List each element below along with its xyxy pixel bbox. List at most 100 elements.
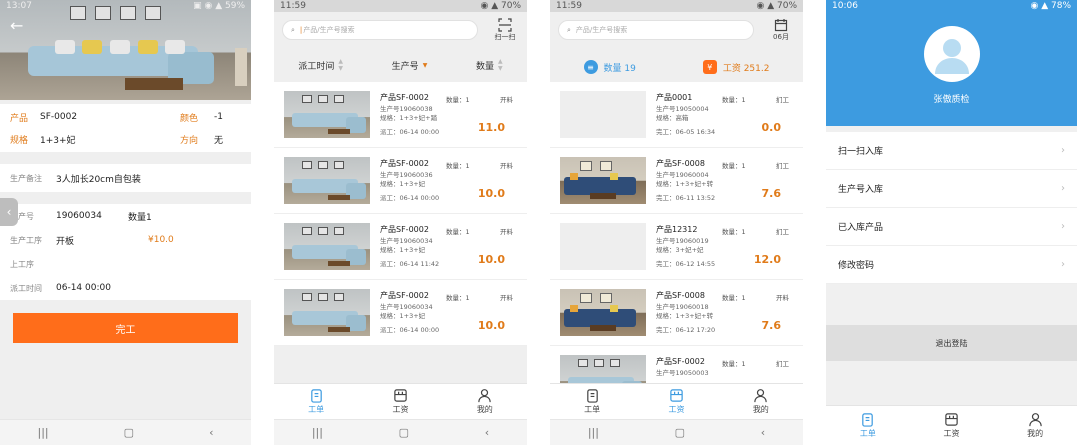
sort-dispatch-time[interactable]: 派工时间 ▲ ▼ bbox=[298, 58, 343, 72]
item-title: 产品SF-0008 bbox=[656, 291, 705, 300]
avatar[interactable] bbox=[923, 26, 980, 82]
item-title: 产品0001 bbox=[656, 93, 693, 102]
tab-wages[interactable]: 工资 bbox=[943, 412, 959, 439]
wallet-icon bbox=[394, 389, 407, 402]
tab-work-orders[interactable]: 工单 bbox=[860, 412, 876, 439]
item-title: 产品SF-0002 bbox=[380, 93, 429, 102]
recents-icon[interactable]: ||| bbox=[312, 426, 323, 439]
list-item[interactable]: 产品SF-0002 数量：1 开料 生产号19060034 规格：1+3+妃 派工：06-… bbox=[274, 214, 527, 280]
work-order-list: 产品SF-0002 数量：1 开料 生产号19060038 规格：1+3+妃+踏 派工：0… bbox=[274, 82, 527, 346]
scan-icon bbox=[498, 18, 512, 32]
product-thumbnail bbox=[284, 289, 370, 336]
direction-value: 无 bbox=[214, 135, 224, 146]
process-label: 生产工序 bbox=[10, 235, 42, 245]
tab-bar: 工单 工资 我的 bbox=[550, 383, 803, 419]
wage-summary: ¥ 工资 251.2 bbox=[702, 60, 769, 74]
status-icons: ◉ ▲ 70% bbox=[480, 1, 522, 11]
tab-mine[interactable]: 我的 bbox=[477, 388, 493, 415]
status-bar: 11:59 ◉ ▲ 70% bbox=[274, 0, 527, 12]
scan-label: 扫一扫 bbox=[494, 33, 516, 41]
sort-header: 派工时间 ▲ ▼ 生产号 ▼ 数量 ▲ ▼ bbox=[274, 52, 527, 78]
status-time: 13:07 bbox=[6, 1, 32, 11]
search-placeholder: 产品/生产号搜索 bbox=[303, 26, 355, 34]
tab-work-orders[interactable]: 工单 bbox=[308, 388, 324, 415]
note-card: 生产备注 3人加长20cm自包装 bbox=[0, 164, 251, 192]
back-arrow-icon[interactable]: ← bbox=[10, 16, 23, 35]
tab-bar: 工单 工资 我的 bbox=[274, 383, 527, 419]
dispatch-label: 派工时间 bbox=[10, 283, 42, 293]
item-spec: 规格：高箱 bbox=[656, 114, 689, 122]
recents-icon[interactable]: ||| bbox=[38, 426, 49, 439]
back-icon[interactable]: ‹ bbox=[209, 426, 213, 439]
status-icons: ▣ ◉ ▲ 59% bbox=[193, 1, 245, 11]
wallet-icon bbox=[945, 413, 958, 426]
list-item[interactable]: 产品SF-0008 数量：1 开料 生产号19060018 规格：1+3+妃+转 完工：0… bbox=[550, 280, 803, 346]
scan-button[interactable]: 扫一扫 bbox=[489, 18, 521, 42]
list-item[interactable]: 产品SF-0002 数量：1 开料 生产号19060036 规格：1+3+妃 派工：06-… bbox=[274, 148, 527, 214]
item-title: 产品SF-0002 bbox=[380, 225, 429, 234]
product-info-card: 产品 SF-0002 颜色 -1 规格 1+3+妃 方向 无 bbox=[0, 104, 251, 152]
product-thumbnail bbox=[560, 289, 646, 336]
list-item[interactable]: 产品12312 数量：1 扪工 生产号19060019 规格：3+妃+妃 完工：06-12… bbox=[550, 214, 803, 280]
list-item[interactable]: 产品SF-0008 数量：1 扪工 生产号19060004 规格：1+3+妃+转 完工：0… bbox=[550, 148, 803, 214]
home-icon[interactable]: ▢ bbox=[675, 426, 685, 439]
item-stage: 开料 bbox=[500, 228, 513, 236]
sort-production-no[interactable]: 生产号 ▼ bbox=[392, 59, 428, 72]
complete-button[interactable]: 完工 bbox=[13, 313, 238, 343]
item-title: 产品SF-0008 bbox=[656, 159, 705, 168]
product-thumbnail bbox=[284, 91, 370, 138]
back-icon[interactable]: ‹ bbox=[761, 426, 765, 439]
menu-change-password[interactable]: 修改密码 › bbox=[826, 246, 1077, 284]
status-icons: ◉ ▲ 78% bbox=[1030, 1, 1072, 11]
list-item[interactable]: 产品SF-0002 数量：1 开料 生产号19060038 规格：1+3+妃+踏 派工：0… bbox=[274, 82, 527, 148]
tab-mine[interactable]: 我的 bbox=[753, 388, 769, 415]
tab-work-orders[interactable]: 工单 bbox=[584, 388, 600, 415]
tab-wages[interactable]: 工资 bbox=[668, 388, 684, 415]
color-value: -1 bbox=[214, 112, 223, 122]
search-input[interactable]: ⌕ 产品/生产号搜索 bbox=[558, 20, 754, 40]
search-icon: ⌕ bbox=[291, 25, 295, 34]
item-quantity: 数量：1 bbox=[446, 228, 470, 236]
clipboard-icon bbox=[586, 389, 598, 403]
list-item[interactable]: 产品0001 数量：1 扪工 生产号19050004 规格：高箱 完工：06-05 16:… bbox=[550, 82, 803, 148]
calendar-icon bbox=[774, 19, 788, 32]
search-input[interactable]: ⌕ | 产品/生产号搜索 bbox=[282, 20, 478, 40]
count-summary: ≡ 数量 19 bbox=[583, 60, 636, 74]
item-price: 12.0 bbox=[753, 253, 781, 266]
back-icon[interactable]: ‹ bbox=[485, 426, 489, 439]
status-bar: 10:06 ◉ ▲ 78% bbox=[826, 0, 1077, 12]
item-quantity: 数量：1 bbox=[446, 162, 470, 170]
tab-wages[interactable]: 工资 bbox=[392, 388, 408, 415]
item-price: 0.0 bbox=[761, 121, 782, 134]
person-icon bbox=[478, 389, 492, 403]
item-time: 完工：06-12 14:55 bbox=[656, 260, 716, 268]
search-icon: ⌕ bbox=[567, 25, 571, 34]
status-time: 10:06 bbox=[832, 1, 858, 11]
item-stage: 开料 bbox=[776, 294, 789, 302]
list-item[interactable]: 产品SF-0002 数量：1 开料 生产号19060034 规格：1+3+妃 派工：06-… bbox=[274, 280, 527, 346]
chevron-right-icon: › bbox=[1061, 221, 1065, 232]
product-thumbnail bbox=[284, 157, 370, 204]
item-quantity: 数量：1 bbox=[446, 294, 470, 302]
logout-button[interactable]: 退出登陆 bbox=[826, 325, 1077, 361]
item-time: 派工：06-14 00:00 bbox=[380, 194, 440, 202]
menu-scan-inbound[interactable]: 扫一扫入库 › bbox=[826, 132, 1077, 170]
item-price: 10.0 bbox=[477, 253, 505, 266]
menu-prodno-inbound[interactable]: 生产号入库 › bbox=[826, 170, 1077, 208]
recents-icon[interactable]: ||| bbox=[588, 426, 599, 439]
sort-quantity[interactable]: 数量 ▲ ▼ bbox=[476, 58, 503, 72]
profile-header: 张傲质检 bbox=[826, 12, 1077, 126]
stack-icon: ≡ bbox=[583, 60, 598, 74]
clipboard-icon bbox=[862, 413, 874, 427]
side-drawer-handle[interactable]: ‹ bbox=[0, 198, 18, 226]
menu-inbound-products[interactable]: 已入库产品 › bbox=[826, 208, 1077, 246]
tab-mine[interactable]: 我的 bbox=[1027, 412, 1043, 439]
month-picker-button[interactable]: 06月 bbox=[765, 18, 797, 42]
product-thumbnail bbox=[560, 157, 646, 204]
item-price: 7.6 bbox=[761, 187, 782, 200]
prodno-value: 19060034 bbox=[56, 211, 102, 221]
home-icon[interactable]: ▢ bbox=[124, 426, 134, 439]
search-placeholder: 产品/生产号搜索 bbox=[575, 26, 628, 34]
home-icon[interactable]: ▢ bbox=[399, 426, 409, 439]
clipboard-icon bbox=[310, 389, 322, 403]
